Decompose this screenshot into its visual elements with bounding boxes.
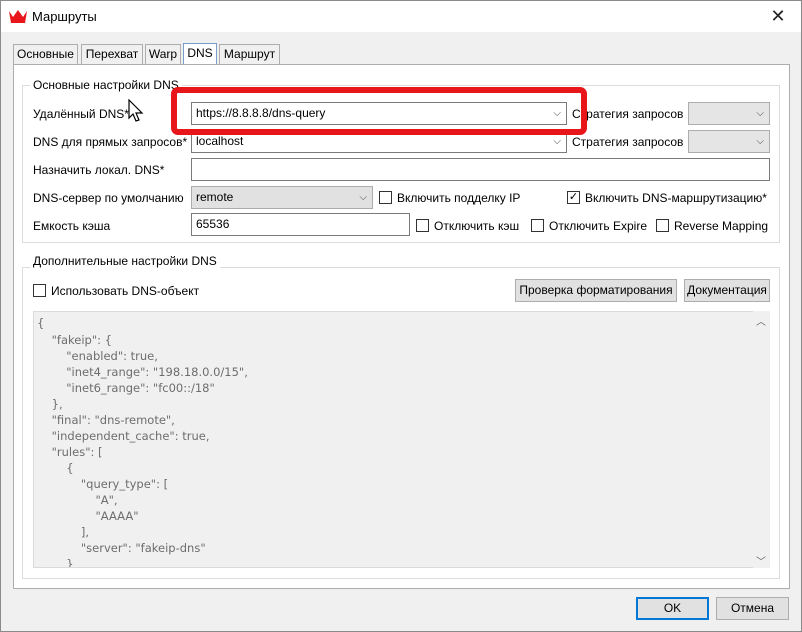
disable-cache-label: Отключить кэш — [434, 219, 520, 233]
code-line: "AAAA" — [37, 509, 139, 523]
tab-dns[interactable]: DNS — [183, 43, 217, 65]
cache-capacity-value: 65536 — [196, 217, 230, 231]
code-line: "query_type": [ — [37, 477, 169, 491]
default-dns-label: DNS-сервер по умолчанию — [33, 191, 184, 205]
code-line: } — [37, 557, 74, 568]
use-dns-object-checkbox[interactable] — [33, 284, 46, 297]
tab-label: Основные — [17, 47, 74, 61]
reverse-mapping-label: Reverse Mapping — [674, 219, 769, 233]
fakeip-label: Включить подделку IP — [397, 191, 521, 205]
use-dns-object-label: Использовать DNS-объект — [51, 284, 200, 298]
code-line: "independent_cache": true, — [37, 429, 210, 443]
dns-json-editor[interactable]: { "fakeip": { "enabled": true, "inet4_ra… — [33, 311, 770, 568]
documentation-button[interactable]: Документация — [684, 279, 770, 302]
cache-capacity-label: Емкость кэша — [33, 219, 111, 233]
highlight-annotation — [171, 87, 587, 135]
code-line: "fakeip": { — [37, 333, 112, 347]
default-dns-combo[interactable]: remote ⌵ — [191, 186, 373, 209]
documentation-label: Документация — [687, 283, 767, 297]
local-dns-label: Назначить локал. DNS* — [33, 163, 165, 177]
strategy-combo-2[interactable]: ⌵ — [688, 130, 770, 153]
chevron-down-icon: ⌵ — [756, 108, 764, 119]
routes-dialog: Маршруты ✕ Основные Перехват Warp DNS Ма… — [0, 0, 802, 632]
check-format-button[interactable]: Проверка форматирования — [515, 279, 677, 302]
tab-intercept[interactable]: Перехват — [81, 44, 143, 64]
code-line: "rules": [ — [37, 445, 103, 459]
direct-dns-label: DNS для прямых запросов* — [33, 135, 188, 149]
disable-expire-label: Отключить Expire — [549, 219, 648, 233]
cancel-button[interactable]: Отмена — [716, 597, 789, 620]
code-line: }, — [37, 397, 63, 411]
code-line: "A", — [37, 493, 118, 507]
dns-routing-label: Включить DNS-маршрутизацию* — [585, 191, 767, 205]
tab-label: DNS — [187, 46, 213, 60]
tab-label: Перехват — [85, 47, 139, 61]
editor-scrollbar[interactable]: ︿ ﹀ — [753, 311, 770, 568]
remote-dns-label: Удалённый DNS* — [33, 107, 129, 121]
strategy-combo-1[interactable]: ⌵ — [688, 102, 770, 125]
chevron-down-icon: ⌵ — [359, 192, 367, 203]
mouse-cursor-icon — [128, 99, 144, 122]
tab-label: Маршрут — [223, 47, 276, 61]
cancel-label: Отмена — [730, 601, 775, 615]
check-icon: ✓ — [568, 191, 579, 203]
cache-capacity-input[interactable]: 65536 — [191, 213, 410, 236]
extra-dns-group-title: Дополнительные настройки DNS — [30, 254, 220, 268]
title-bar: Маршруты ✕ — [1, 1, 801, 32]
disable-expire-checkbox[interactable] — [531, 219, 544, 232]
tab-route[interactable]: Маршрут — [219, 44, 280, 64]
code-line: "inet4_range": "198.18.0.0/15", — [37, 365, 248, 379]
ok-label: OK — [663, 601, 682, 615]
code-line: ], — [37, 525, 90, 539]
strategy-label-2: Стратегия запросов — [572, 135, 684, 149]
code-line: { — [37, 461, 74, 475]
scroll-up-icon[interactable]: ︿ — [756, 313, 766, 328]
code-line: "server": "fakeip-dns" — [37, 541, 206, 555]
scroll-down-icon[interactable]: ﹀ — [756, 553, 766, 568]
code-line: "enabled": true, — [37, 349, 158, 363]
fakeip-checkbox[interactable] — [379, 191, 392, 204]
dns-routing-checkbox[interactable]: ✓ — [567, 191, 580, 204]
strategy-label-1: Стратегия запросов — [572, 107, 684, 121]
code-line: "inet6_range": "fc00::/18" — [37, 381, 215, 395]
ok-button[interactable]: OK — [636, 597, 709, 620]
default-dns-value: remote — [196, 190, 234, 204]
basic-dns-group-title: Основные настройки DNS — [30, 78, 182, 92]
check-format-label: Проверка форматирования — [519, 283, 673, 297]
code-line: { — [37, 316, 45, 330]
window-title: Маршруты — [32, 9, 97, 24]
app-crown-icon — [9, 10, 27, 23]
tab-warp[interactable]: Warp — [145, 44, 181, 64]
direct-dns-value: localhost — [196, 134, 244, 148]
close-icon: ✕ — [770, 6, 786, 26]
tab-basic[interactable]: Основные — [13, 44, 78, 64]
local-dns-input[interactable] — [191, 158, 770, 181]
tab-label: Warp — [148, 47, 178, 61]
disable-cache-checkbox[interactable] — [416, 219, 429, 232]
reverse-mapping-checkbox[interactable] — [656, 219, 669, 232]
chevron-down-icon: ⌵ — [756, 136, 764, 147]
close-button[interactable]: ✕ — [755, 1, 801, 32]
code-line: "final": "dns-remote", — [37, 413, 175, 427]
